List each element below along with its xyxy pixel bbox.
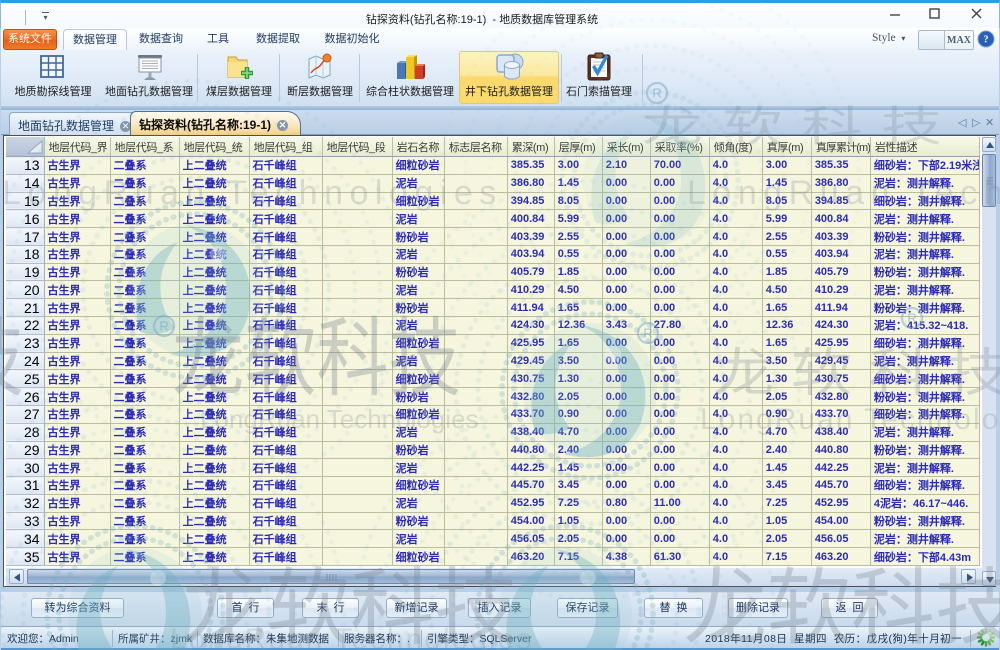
svg-text:?: ?	[984, 35, 989, 46]
